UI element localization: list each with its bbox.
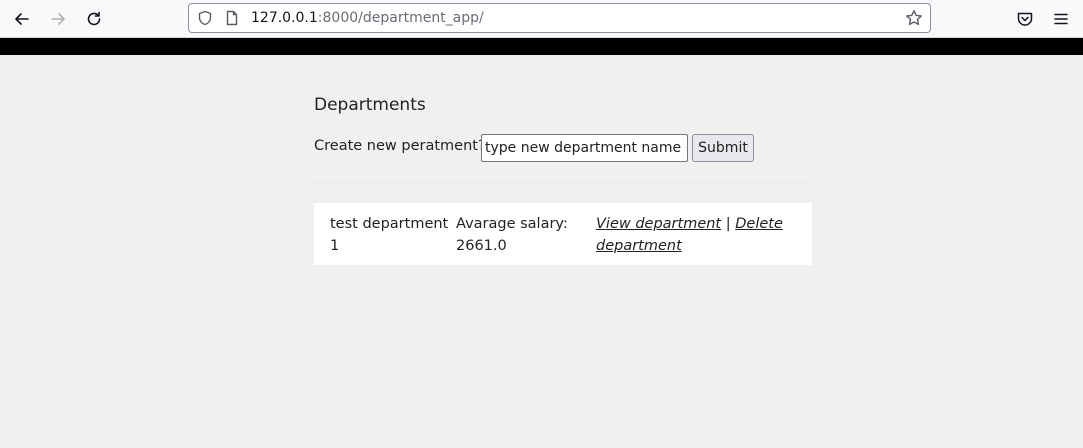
page-icon[interactable]: [224, 10, 240, 26]
url-text[interactable]: 127.0.0.1:8000/department_app/: [251, 4, 484, 32]
reload-icon[interactable]: [82, 7, 106, 31]
shield-icon[interactable]: [197, 10, 213, 26]
url-path: :8000/department_app/: [317, 10, 484, 26]
url-host: 127.0.0.1: [251, 10, 318, 26]
browser-toolbar: 127.0.0.1:8000/department_app/: [0, 0, 1083, 38]
submit-button[interactable]: Submit: [692, 134, 754, 162]
divider: [314, 182, 812, 183]
create-department-form: Create new peratment? Submit: [314, 134, 812, 162]
department-name-input[interactable]: [481, 134, 688, 162]
bookmark-star-icon[interactable]: [905, 9, 923, 27]
pocket-icon[interactable]: [1013, 7, 1037, 31]
url-bar[interactable]: 127.0.0.1:8000/department_app/: [188, 3, 931, 33]
hamburger-menu-icon[interactable]: [1049, 7, 1073, 31]
department-row: test department 1 Avarage salary: 2661.0…: [314, 203, 812, 265]
back-arrow-icon[interactable]: [10, 7, 34, 31]
create-department-label: Create new peratment?: [314, 138, 486, 154]
forward-arrow-icon[interactable]: [46, 7, 70, 31]
view-department-link[interactable]: View department: [596, 216, 721, 232]
site-header-bar: [0, 38, 1083, 55]
department-name: test department 1: [330, 216, 449, 254]
salary-value: 2661.0: [456, 238, 507, 254]
link-separator: |: [725, 216, 731, 232]
department-salary: Avarage salary: 2661.0: [456, 213, 586, 257]
department-actions: View department | Delete department: [596, 213, 796, 257]
page-title: Departments: [314, 95, 426, 115]
salary-label: Avarage salary:: [456, 216, 568, 232]
